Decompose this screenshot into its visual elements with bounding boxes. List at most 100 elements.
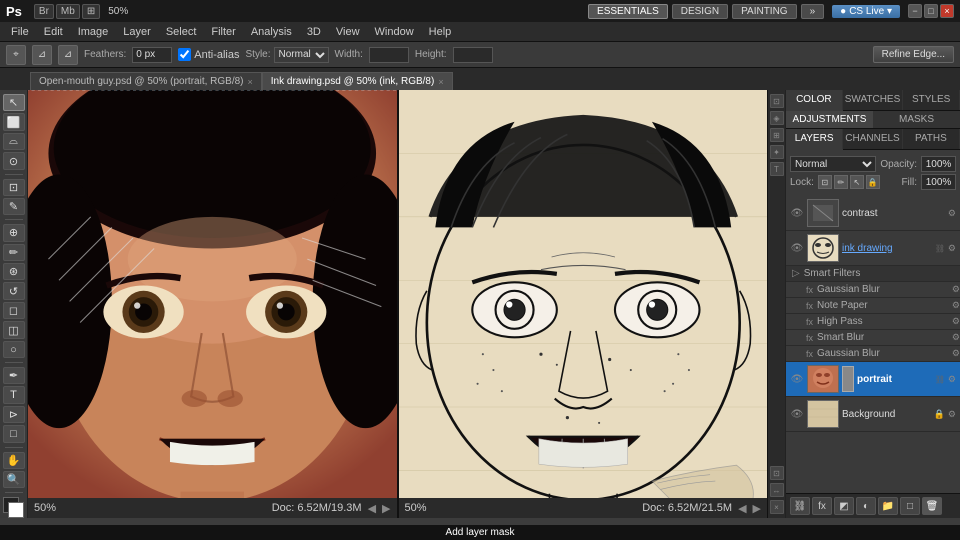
blend-mode-select[interactable]: Normal [790, 156, 876, 172]
layer-fx-btn[interactable]: fx [812, 497, 832, 515]
add-mask-btn[interactable]: ◩ [834, 497, 854, 515]
background-settings-icon[interactable]: ⚙ [948, 409, 956, 420]
menu-image[interactable]: Image [71, 25, 116, 39]
healing-tool[interactable]: ⊕ [3, 224, 25, 241]
mini-bridge-btn[interactable]: Mb [56, 4, 80, 19]
menu-filter[interactable]: Filter [204, 25, 242, 39]
edge-btn-2[interactable]: ◈ [770, 111, 784, 125]
filter-settings-4[interactable]: ⚙ [952, 332, 960, 343]
gaussian-blur-1-layer[interactable]: fx Gaussian Blur ⚙ [786, 282, 960, 298]
width-input[interactable] [369, 47, 409, 63]
smart-blur-layer[interactable]: fx Smart Blur ⚙ [786, 330, 960, 346]
height-input[interactable] [453, 47, 493, 63]
crop-tool[interactable]: ⊡ [3, 179, 25, 196]
swatches-tab[interactable]: SWATCHES [843, 90, 904, 110]
eraser-tool[interactable]: ◻ [3, 302, 25, 319]
menu-analysis[interactable]: Analysis [244, 25, 299, 39]
edge-btn-4[interactable]: ✦ [770, 145, 784, 159]
edge-btn-bottom-2[interactable]: ↔ [770, 483, 784, 497]
contrast-layer[interactable]: 👁 contrast ⚙ [786, 196, 960, 231]
menu-help[interactable]: Help [422, 25, 459, 39]
brush-tool[interactable]: ✏ [3, 244, 25, 261]
pen-tool[interactable]: ✒ [3, 367, 25, 384]
history-brush-tool[interactable]: ↺ [3, 282, 25, 299]
close-portrait-tab[interactable]: × [248, 77, 253, 87]
delete-layer-btn[interactable]: 🗑 [922, 497, 942, 515]
filter-settings-5[interactable]: ⚙ [952, 348, 960, 359]
menu-layer[interactable]: Layer [116, 25, 158, 39]
menu-file[interactable]: File [4, 25, 36, 39]
path-select-tool[interactable]: ⊳ [3, 406, 25, 423]
shape-tool[interactable]: □ [3, 425, 25, 442]
left-nav-prev[interactable]: ◀ [368, 502, 376, 515]
menu-3d[interactable]: 3D [300, 25, 328, 39]
menu-view[interactable]: View [329, 25, 367, 39]
new-adjustment-btn[interactable]: ◐ [856, 497, 876, 515]
lock-all-icon[interactable]: 🔒 [866, 175, 880, 189]
gradient-tool[interactable]: ◫ [3, 321, 25, 338]
arrange-btn[interactable]: ⊞ [82, 4, 100, 19]
portrait-eye[interactable]: 👁 [790, 372, 804, 386]
styles-tab[interactable]: STYLES [903, 90, 960, 110]
new-group-btn[interactable]: 📁 [878, 497, 898, 515]
poly-lasso-icon[interactable]: ⊿ [32, 45, 52, 65]
ink-layer-name[interactable]: ink drawing [842, 243, 932, 254]
contrast-settings-icon[interactable]: ⚙ [948, 208, 956, 219]
clone-tool[interactable]: ⊛ [3, 263, 25, 280]
filter-settings-2[interactable]: ⚙ [952, 300, 960, 311]
edge-btn-bottom-1[interactable]: ⊡ [770, 466, 784, 480]
maximize-btn[interactable]: □ [924, 4, 938, 18]
layer-link-btn[interactable]: ⛓ [790, 497, 810, 515]
fill-input[interactable] [921, 174, 956, 190]
lasso-tool-icon[interactable]: ⌖ [6, 45, 26, 65]
close-btn[interactable]: × [940, 4, 954, 18]
channels-tab[interactable]: CHANNELS [843, 129, 902, 149]
hand-tool[interactable]: ✋ [3, 452, 25, 469]
refine-edge-btn[interactable]: Refine Edge... [873, 46, 954, 63]
lasso-tool[interactable]: ⌓ [3, 133, 25, 150]
gaussian-blur-2-layer[interactable]: fx Gaussian Blur ⚙ [786, 346, 960, 362]
lock-move-icon[interactable]: ↖ [850, 175, 864, 189]
ink-drawing-layer[interactable]: 👁 ink drawing ⛓ ⚙ [786, 231, 960, 266]
type-tool[interactable]: T [3, 386, 25, 403]
quick-select-tool[interactable]: ⊙ [3, 152, 25, 169]
ink-eye[interactable]: 👁 [790, 241, 804, 255]
style-select[interactable]: Normal [274, 47, 329, 63]
portrait-settings-icon[interactable]: ⚙ [948, 374, 956, 385]
left-nav-next[interactable]: ▶ [382, 502, 390, 515]
ink-settings-icon[interactable]: ⚙ [948, 243, 956, 254]
portrait-layer[interactable]: 👁 portrait ⛓ ⚙ [786, 362, 960, 397]
more-workspaces-btn[interactable]: » [801, 4, 825, 19]
cs-live-btn[interactable]: ● CS Live ▾ [832, 5, 900, 18]
edge-btn-3[interactable]: ⊞ [770, 128, 784, 142]
doc-tab-ink[interactable]: Ink drawing.psd @ 50% (ink, RGB/8) × [262, 72, 453, 90]
bridge-btn[interactable]: Br [34, 4, 54, 19]
color-tab[interactable]: COLOR [786, 90, 843, 111]
mag-lasso-icon[interactable]: ⊿ [58, 45, 78, 65]
painting-btn[interactable]: PAINTING [732, 4, 796, 19]
lock-paint-icon[interactable]: ✏ [834, 175, 848, 189]
paths-tab[interactable]: PATHS [903, 129, 960, 149]
move-tool[interactable]: ↖ [3, 94, 25, 111]
doc-tab-portrait[interactable]: Open-mouth guy.psd @ 50% (portrait, RGB/… [30, 72, 262, 90]
right-nav-next[interactable]: ▶ [753, 502, 761, 515]
masks-tab[interactable]: MASKS [873, 111, 960, 128]
menu-edit[interactable]: Edit [37, 25, 70, 39]
right-nav-prev[interactable]: ◀ [738, 502, 746, 515]
marquee-tool[interactable]: ⬜ [3, 113, 25, 130]
canvas-left[interactable]: 50% Doc: 6.52M/19.3M ◀ ▶ [28, 90, 399, 518]
filter-settings-1[interactable]: ⚙ [952, 284, 960, 295]
feathers-input[interactable] [132, 47, 172, 63]
menu-window[interactable]: Window [368, 25, 421, 39]
edge-btn-1[interactable]: ⊡ [770, 94, 784, 108]
essentials-btn[interactable]: ESSENTIALS [588, 4, 668, 19]
opacity-input[interactable] [921, 156, 956, 172]
layers-tab[interactable]: LAYERS [786, 129, 843, 150]
lock-transparency-icon[interactable]: ⊡ [818, 175, 832, 189]
background-eye[interactable]: 👁 [790, 407, 804, 421]
close-ink-tab[interactable]: × [438, 77, 443, 87]
note-paper-layer[interactable]: fx Note Paper ⚙ [786, 298, 960, 314]
adjustments-tab[interactable]: ADJUSTMENTS [786, 111, 873, 128]
menu-select[interactable]: Select [159, 25, 204, 39]
anti-alias-checkbox[interactable]: Anti-alias [178, 48, 239, 61]
